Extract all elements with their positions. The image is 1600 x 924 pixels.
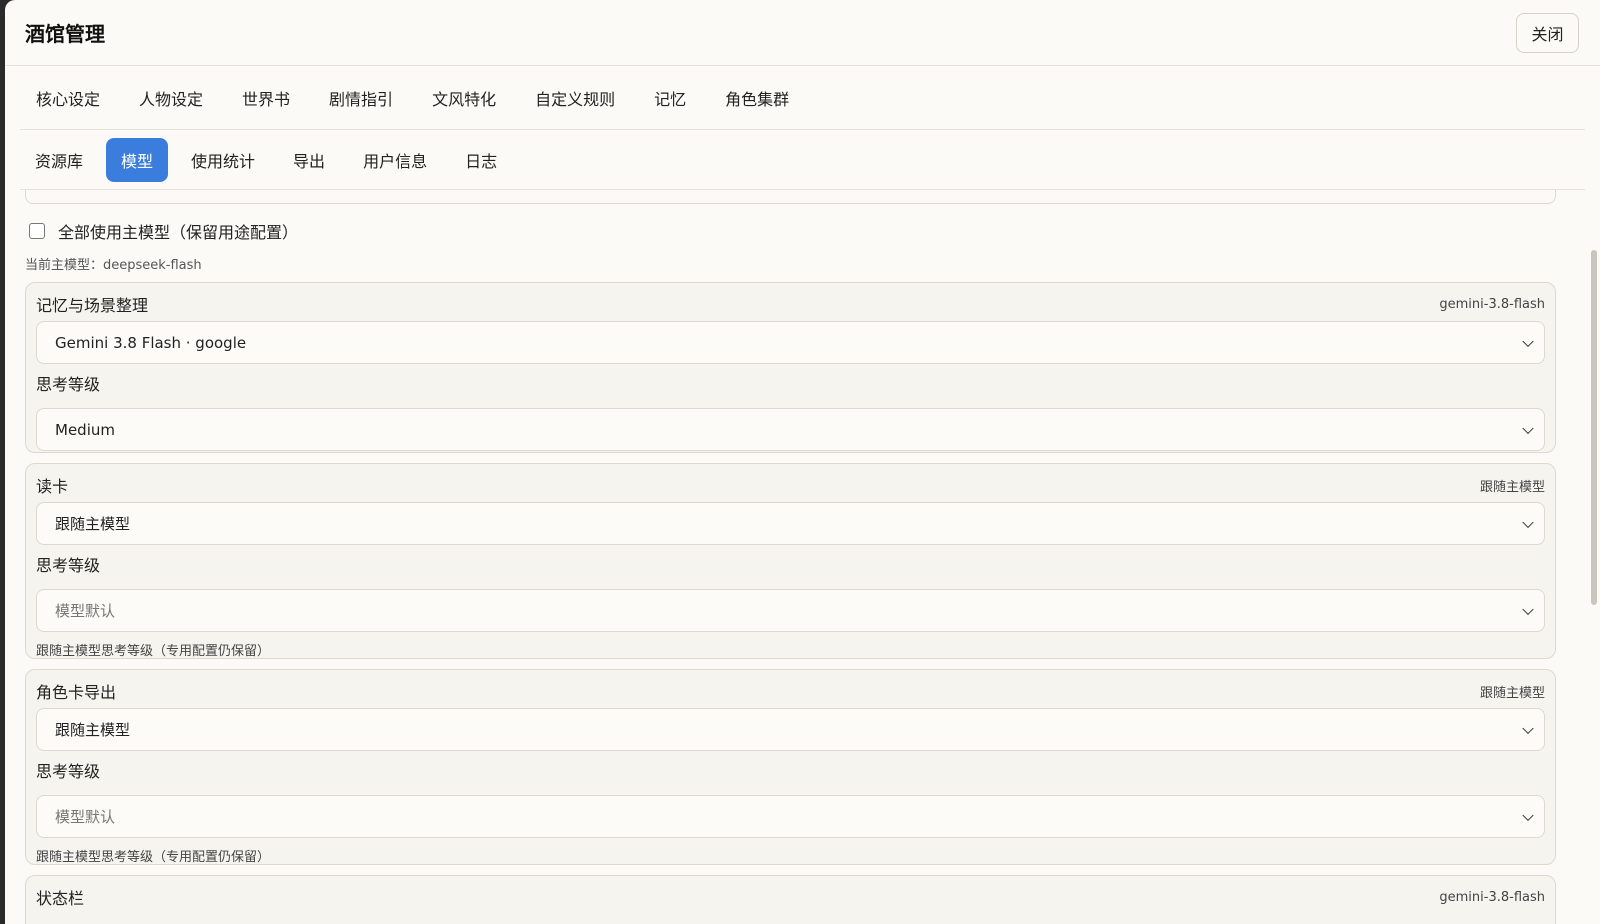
modal-title: 酒馆管理 [25, 22, 105, 46]
card-read-card: 读卡 跟随主模型 跟随主模型 思考等级 模型默认 跟随主模型思考等级（专用配置仍… [25, 463, 1556, 659]
chevron-down-icon [1522, 335, 1534, 347]
card-header: 记忆与场景整理 gemini-3.8-flash [36, 283, 1545, 321]
use-main-model-label: 全部使用主模型（保留用途配置） [58, 223, 299, 242]
tavern-manager-modal: 酒馆管理 关闭 核心设定 人物设定 世界书 剧情指引 文风特化 自定义规则 记忆… [5, 0, 1600, 924]
model-settings-panel: 全部使用主模型（保留用途配置） 当前主模型：deepseek-flash 记忆与… [5, 190, 1600, 924]
current-main-model: 当前主模型：deepseek-flash [25, 258, 202, 273]
model-select[interactable]: Gemini 3.8 Flash · google [36, 321, 1545, 364]
think-level-hint: 跟随主模型思考等级（专用配置仍保留） [36, 643, 271, 659]
tab-style[interactable]: 文风特化 [418, 80, 510, 116]
modal-header: 酒馆管理 关闭 [5, 0, 1600, 66]
chevron-down-icon [1522, 603, 1534, 615]
think-level-value: 模型默认 [55, 602, 116, 620]
tab-usage-stats[interactable]: 使用统计 [176, 138, 270, 182]
card-label: 记忆与场景整理 [36, 296, 149, 315]
checkbox-icon[interactable] [29, 223, 45, 239]
card-header: 角色卡导出 跟随主模型 [36, 670, 1545, 708]
model-select-value: 跟随主模型 [55, 515, 131, 533]
think-level-select[interactable]: 模型默认 [36, 795, 1545, 838]
card-header: 读卡 跟随主模型 [36, 464, 1545, 502]
card-badge: gemini-3.8-flash [1439, 296, 1545, 312]
card-label: 角色卡导出 [36, 683, 117, 702]
card-character-export: 角色卡导出 跟随主模型 跟随主模型 思考等级 模型默认 跟随主模型思考等级（专用… [25, 669, 1556, 865]
card-header: 状态栏 gemini-3.8-flash [36, 876, 1545, 914]
model-select-value: Gemini 3.8 Flash · google [55, 333, 247, 352]
tab-model[interactable]: 模型 [106, 137, 169, 182]
card-badge: 跟随主模型 [1479, 479, 1545, 495]
tab-character-settings[interactable]: 人物设定 [125, 80, 217, 116]
tab-character-cluster[interactable]: 角色集群 [711, 80, 803, 116]
tab-plot-guide[interactable]: 剧情指引 [315, 80, 407, 116]
think-level-value: Medium [55, 420, 115, 439]
card-badge: gemini-3.8-flash [1439, 889, 1545, 905]
use-main-model-row[interactable]: 全部使用主模型（保留用途配置） [29, 219, 298, 243]
think-level-label: 思考等级 [36, 375, 101, 394]
model-select[interactable]: 跟随主模型 [36, 502, 1545, 545]
chevron-down-icon [1522, 516, 1534, 528]
think-level-select[interactable]: Medium [36, 408, 1545, 451]
primary-tab-bar: 核心设定 人物设定 世界书 剧情指引 文风特化 自定义规则 记忆 角色集群 [20, 66, 1585, 130]
tab-core-settings[interactable]: 核心设定 [36, 80, 114, 116]
tab-custom-rules[interactable]: 自定义规则 [521, 80, 629, 116]
think-level-value: 模型默认 [55, 808, 116, 826]
chevron-down-icon [1522, 422, 1534, 434]
card-badge: 跟随主模型 [1479, 685, 1545, 701]
tab-world-book[interactable]: 世界书 [228, 80, 304, 116]
card-status-bar: 状态栏 gemini-3.8-flash [25, 875, 1556, 924]
model-select[interactable]: 跟随主模型 [36, 708, 1545, 751]
close-button[interactable]: 关闭 [1516, 12, 1579, 53]
model-select-value: 跟随主模型 [55, 721, 131, 739]
scrollbar-thumb[interactable] [1591, 250, 1597, 605]
chevron-down-icon [1522, 809, 1534, 821]
think-level-select[interactable]: 模型默认 [36, 589, 1545, 632]
secondary-tab-bar: 资源库 模型 使用统计 导出 用户信息 日志 [20, 130, 1585, 190]
tab-memory[interactable]: 记忆 [640, 80, 700, 116]
card-label: 状态栏 [36, 889, 85, 908]
chevron-down-icon [1522, 722, 1534, 734]
tab-resources[interactable]: 资源库 [35, 138, 98, 182]
tab-logs[interactable]: 日志 [450, 138, 512, 182]
tab-user-info[interactable]: 用户信息 [348, 138, 442, 182]
card-label: 读卡 [36, 477, 69, 496]
tab-export[interactable]: 导出 [278, 138, 340, 182]
partially-hidden-field[interactable] [25, 190, 1556, 204]
think-level-hint: 跟随主模型思考等级（专用配置仍保留） [36, 849, 271, 865]
think-level-label: 思考等级 [36, 556, 101, 575]
think-level-label: 思考等级 [36, 762, 101, 781]
card-memory-scene: 记忆与场景整理 gemini-3.8-flash Gemini 3.8 Flas… [25, 282, 1556, 453]
